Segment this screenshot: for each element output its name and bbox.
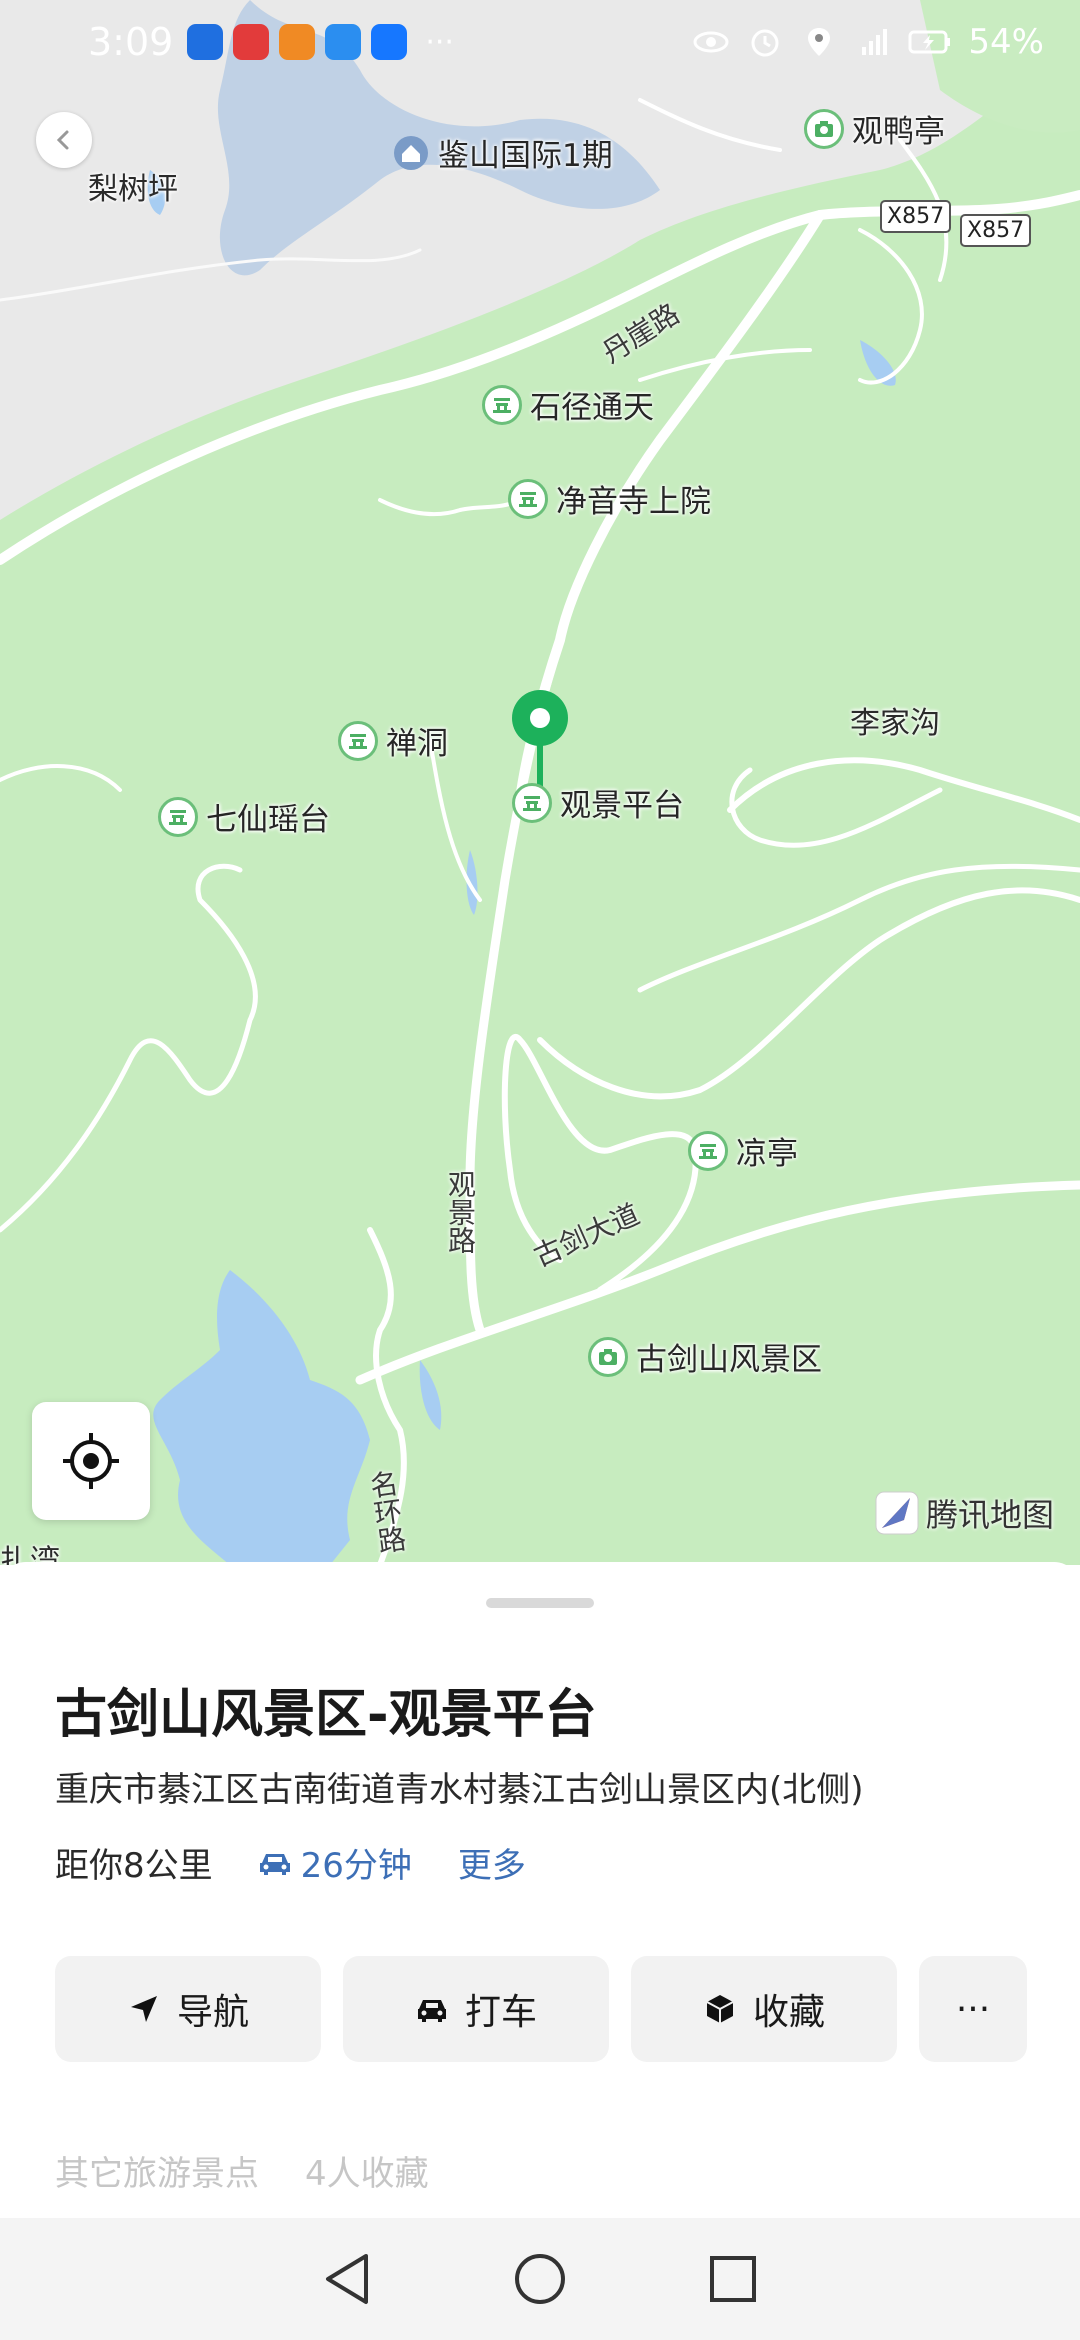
scenic-spot-icon <box>688 1130 728 1171</box>
huawei-app-icon <box>233 24 270 60</box>
favorite-button[interactable]: 收藏 <box>631 1956 897 2062</box>
my-location-button[interactable] <box>32 1402 150 1520</box>
scenic-spot-icon <box>508 478 548 519</box>
drive-time[interactable]: 26分钟 <box>257 1838 412 1887</box>
alarm-icon <box>751 29 779 57</box>
map-view[interactable]: 3:09 ··· 54% 梨树坪 鉴山国际1期 李家沟 扎湾 观鸭亭 石径通天 … <box>0 0 1080 1565</box>
more-actions-button[interactable]: ··· <box>919 1956 1027 2062</box>
action-bar: 导航 打车 收藏 ··· <box>55 1956 1027 2062</box>
road-shield: X857 <box>960 214 1032 247</box>
poi-liangting[interactable]: 凉亭 <box>688 1128 798 1173</box>
cube-icon <box>706 1995 734 2023</box>
crosshair-icon <box>63 1433 119 1489</box>
camera-icon <box>588 1336 628 1377</box>
alipay-app-icon <box>371 24 408 60</box>
place-detail-sheet[interactable]: 古剑山风景区-观景平台 重庆市綦江区古南街道青水村綦江古剑山景区内(北侧) 距你… <box>0 1562 1080 2218</box>
residence-icon <box>394 135 428 170</box>
scenic-spot-icon <box>512 782 552 823</box>
poi-guanyating[interactable]: 观鸭亭 <box>804 106 945 151</box>
nav-home-button[interactable] <box>510 2249 570 2309</box>
place-category: 其它旅游景点 <box>55 2154 259 2194</box>
status-time: 3:09 <box>88 20 174 64</box>
battery-icon <box>908 30 951 54</box>
more-dots-icon: ··· <box>955 1988 991 2030</box>
road-label: 观景路 <box>444 1170 477 1254</box>
poi-guanjing-selected[interactable]: 观景平台 <box>512 780 684 825</box>
system-nav-bar <box>0 2218 1080 2340</box>
back-button[interactable] <box>36 112 92 168</box>
taxi-button[interactable]: 打车 <box>343 1956 609 2062</box>
scenic-spot-icon <box>158 796 198 837</box>
poi-jianshan[interactable]: 鉴山国际1期 <box>392 130 613 175</box>
lightbulb-app-icon <box>187 24 224 60</box>
place-meta: 距你8公里 26分钟 更多 <box>55 1838 526 1887</box>
browser-app-icon <box>325 24 362 60</box>
triangle-back-icon <box>325 2254 368 2304</box>
signal-icon <box>862 29 888 55</box>
place-address: 重庆市綦江区古南街道青水村綦江古剑山景区内(北侧) <box>55 1770 864 1810</box>
poi-gujianshan[interactable]: 古剑山风景区 <box>588 1334 822 1379</box>
place-label: 梨树坪 <box>88 172 178 207</box>
square-recents-icon <box>710 2256 757 2302</box>
camera-icon <box>804 108 844 149</box>
poi-chandong[interactable]: 禅洞 <box>338 718 448 763</box>
poi-qixian[interactable]: 七仙瑶台 <box>158 794 330 839</box>
poi-jingyinsi[interactable]: 净音寺上院 <box>508 476 711 521</box>
circle-home-icon <box>514 2254 565 2304</box>
poi-shijing[interactable]: 石径通天 <box>482 382 654 427</box>
navigate-button[interactable]: 导航 <box>55 1956 321 2062</box>
place-extra-info: 其它旅游景点 4人收藏 <box>55 2146 429 2195</box>
place-label: 扎湾 <box>0 1544 60 1565</box>
navigation-arrow-icon <box>130 1996 157 2022</box>
distance-text: 距你8公里 <box>55 1846 213 1886</box>
scenic-spot-icon <box>482 384 522 425</box>
road-shield: X857 <box>880 200 952 233</box>
place-title: 古剑山风景区-观景平台 <box>55 1685 597 1745</box>
status-bar: 3:09 ··· 54% <box>0 0 1080 84</box>
map-provider-watermark: 腾讯地图 <box>874 1490 1054 1536</box>
nav-recents-button[interactable] <box>703 2249 763 2309</box>
chevron-left-icon <box>56 130 69 150</box>
more-link[interactable]: 更多 <box>458 1838 526 1887</box>
video-app-icon <box>279 24 316 60</box>
nav-back-button[interactable] <box>317 2249 377 2309</box>
scenic-spot-icon <box>338 720 378 761</box>
tencent-map-logo-icon <box>875 1491 919 1535</box>
location-icon <box>808 28 831 56</box>
place-label: 李家沟 <box>850 706 940 741</box>
eye-icon <box>693 31 729 53</box>
notification-icons: ··· <box>187 24 454 60</box>
favorite-count: 4人收藏 <box>305 2154 429 2194</box>
more-notifications-indicator: ··· <box>425 24 454 60</box>
drag-handle[interactable] <box>486 1598 594 1608</box>
car-icon <box>259 1853 290 1875</box>
taxi-icon <box>417 2000 446 2022</box>
battery-percent: 54% <box>968 22 1044 62</box>
